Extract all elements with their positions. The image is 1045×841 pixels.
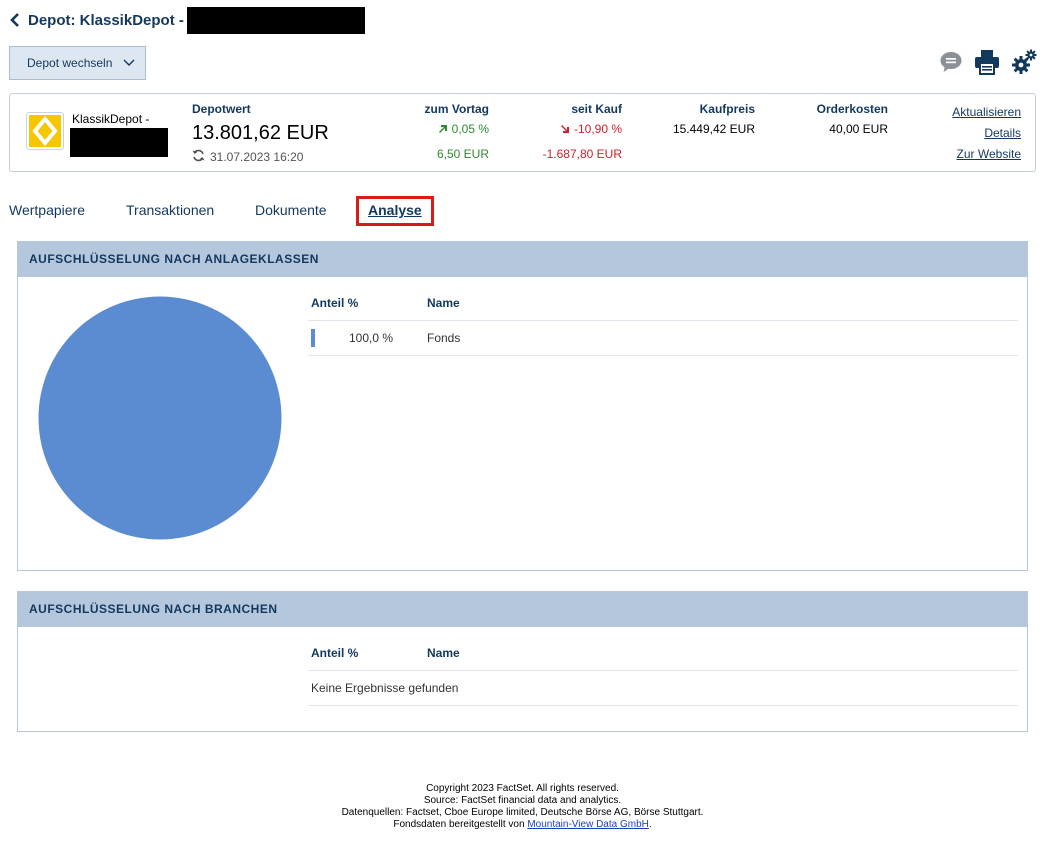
depotwert-value: 13.801,62 EUR [192,122,329,144]
refresh-link[interactable]: Aktualisieren [952,105,1021,119]
back-chevron-icon[interactable] [10,10,24,30]
account-name: KlassikDepot - [72,112,150,126]
footer-period: . [648,819,652,830]
page-title: Depot: KlassikDepot - [28,11,184,29]
col-name-header: Name [427,646,460,660]
mountain-view-link[interactable]: Mountain-View Data GmbH [527,819,649,830]
footer-fund-data-text: Fondsdaten bereitgestellt von [393,819,525,830]
table-header: Anteil % Name [308,277,1018,321]
arrow-down-right-icon [560,123,570,137]
last-update: 31.07.2023 16:20 [192,149,303,165]
series-color-marker [311,329,315,347]
footer: Copyright 2023 FactSet. All rights reser… [0,783,1045,831]
depotwert-label: Depotwert [192,102,251,116]
footer-fund-data: Fondsdaten bereitgestellt von Mountain-V… [0,819,1045,831]
sector-panel: AUFSCHLÜSSELUNG NACH BRANCHEN Anteil % N… [17,591,1028,732]
footer-source: Source: FactSet financial data and analy… [423,795,622,806]
row-share: 100,0 % [349,331,394,345]
table-row: 100,0 % Fonds [308,321,1018,356]
sector-panel-title: AUFSCHLÜSSELUNG NACH BRANCHEN [18,592,1027,627]
seit-kauf-percent: -10,90 % [560,122,622,137]
redacted-account-number [186,6,365,34]
vortag-percent-text: 0,05 % [451,122,489,136]
asset-class-panel: AUFSCHLÜSSELUNG NACH ANLAGEKLASSEN Antei… [17,241,1028,571]
printer-icon[interactable] [974,49,1000,75]
redacted-account-id [70,128,168,157]
tab-transaktionen[interactable]: Transaktionen [126,196,214,226]
arrow-up-right-icon [438,123,448,137]
row-name: Fonds [427,331,461,345]
vortag-amount: 6,50 EUR [436,147,489,161]
tab-analyse[interactable]: Analyse [356,196,434,226]
asset-class-pie-chart [38,296,282,540]
gears-icon[interactable] [1011,49,1037,75]
page-header: Depot: KlassikDepot - [10,6,365,34]
sector-table: Anteil % Name Keine Ergebnisse gefunden [308,627,1018,706]
footer-data-sources: Datenquellen: Factset, Cboe Europe limit… [341,807,704,818]
pie-slice-fonds [38,296,282,540]
last-update-time: 31.07.2023 16:20 [210,150,304,164]
kaufpreis-value: 15.449,42 EUR [672,122,755,136]
website-link[interactable]: Zur Website [957,147,1021,161]
chevron-down-icon [123,59,135,67]
tab-dokumente[interactable]: Dokumente [255,196,327,226]
seit-kauf-percent-text: -10,90 % [573,122,622,136]
empty-row: Keine Ergebnisse gefunden [308,671,1018,706]
toolbar-icons [939,49,1037,75]
table-header: Anteil % Name [308,627,1018,671]
depot-summary-card: KlassikDepot - Depotwert 13.801,62 EUR 3… [9,93,1036,172]
depot-switch-dropdown[interactable]: Depot wechseln [9,46,146,80]
chat-bubble-icon[interactable] [939,50,963,74]
footer-copyright: Copyright 2023 FactSet. All rights reser… [426,783,619,794]
empty-message: Keine Ergebnisse gefunden [311,681,459,695]
kaufpreis-label: Kaufpreis [699,102,755,116]
seit-kauf-label: seit Kauf [571,102,622,116]
asset-class-panel-title: AUFSCHLÜSSELUNG NACH ANLAGEKLASSEN [18,242,1027,277]
vortag-percent: 0,05 % [438,122,489,137]
col-share-header: Anteil % [311,646,359,660]
details-link[interactable]: Details [984,126,1021,140]
depot-switch-label: Depot wechseln [27,56,113,70]
seit-kauf-amount: -1.687,80 EUR [542,147,622,161]
orderkosten-label: Orderkosten [816,102,888,116]
col-name-header: Name [427,296,460,310]
bank-logo [26,112,64,150]
refresh-icon [192,149,205,165]
vortag-label: zum Vortag [424,102,489,116]
orderkosten-value: 40,00 EUR [829,122,888,136]
asset-class-table: Anteil % Name 100,0 % Fonds [308,277,1018,356]
col-share-header: Anteil % [311,296,359,310]
tab-wertpapiere[interactable]: Wertpapiere [9,196,85,226]
